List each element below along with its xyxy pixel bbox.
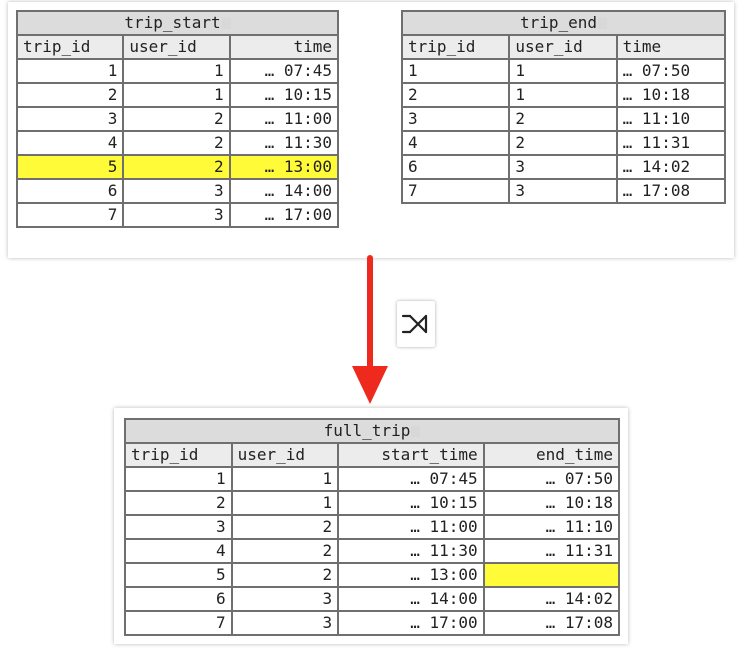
column-header-start-time: start_time: [337, 442, 485, 468]
table-title: full_trip: [124, 418, 620, 444]
table-cell: 1: [124, 466, 233, 492]
table-cell: … 17:00: [337, 610, 485, 636]
table-cell: 3: [230, 610, 340, 636]
table-cell: 3: [124, 514, 233, 540]
table-cell: 2: [230, 538, 340, 564]
table-cell: … 10:18: [482, 490, 621, 516]
table-row: 1 1… 07:45… 07:50: [124, 466, 621, 492]
join-symbol-box: [397, 301, 435, 347]
column-header-trip-id: trip_id: [124, 442, 233, 468]
table-cell: … 11:00: [337, 514, 485, 540]
table-cell: 1: [230, 466, 340, 492]
table-cell: 6: [124, 586, 233, 612]
left-outer-join-icon: [401, 314, 428, 334]
table-cell: 2: [124, 490, 233, 516]
table-cell: … 14:00: [337, 586, 485, 612]
table-cell: 7: [124, 610, 233, 636]
table-cell: 2: [230, 562, 340, 588]
table-row: 3 2… 11:00… 11:10: [124, 514, 621, 540]
table-cell: … 11:10: [482, 514, 621, 540]
table-cell: … 11:31: [482, 538, 621, 564]
table-row: 4 2… 11:30… 11:31: [124, 538, 621, 564]
table-cell: … 11:30: [337, 538, 485, 564]
table-cell: … 14:02: [482, 586, 621, 612]
table-row: 7 3… 17:00… 17:08: [124, 610, 621, 636]
table-cell: 4: [124, 538, 233, 564]
table-row: 6 3… 14:00… 14:02: [124, 586, 621, 612]
table-cell: [482, 562, 621, 588]
full-trip-table: full_trip trip_id user_id start_time end…: [124, 418, 621, 636]
table-cell: 3: [230, 586, 340, 612]
table-cell: 5: [124, 562, 233, 588]
table-cell: 2: [230, 514, 340, 540]
table-cell: … 17:08: [482, 610, 621, 636]
table-cell: 1: [230, 490, 340, 516]
table-row: 5 2… 13:00: [124, 562, 621, 588]
table-cell: … 07:45: [337, 466, 485, 492]
table-cell: … 07:50: [482, 466, 621, 492]
column-header-end-time: end_time: [482, 442, 621, 468]
table-row: 2 1… 10:15… 10:18: [124, 490, 621, 516]
table-cell: … 10:15: [337, 490, 485, 516]
column-header-user-id: user_id: [230, 442, 340, 468]
table-cell: … 13:00: [337, 562, 485, 588]
